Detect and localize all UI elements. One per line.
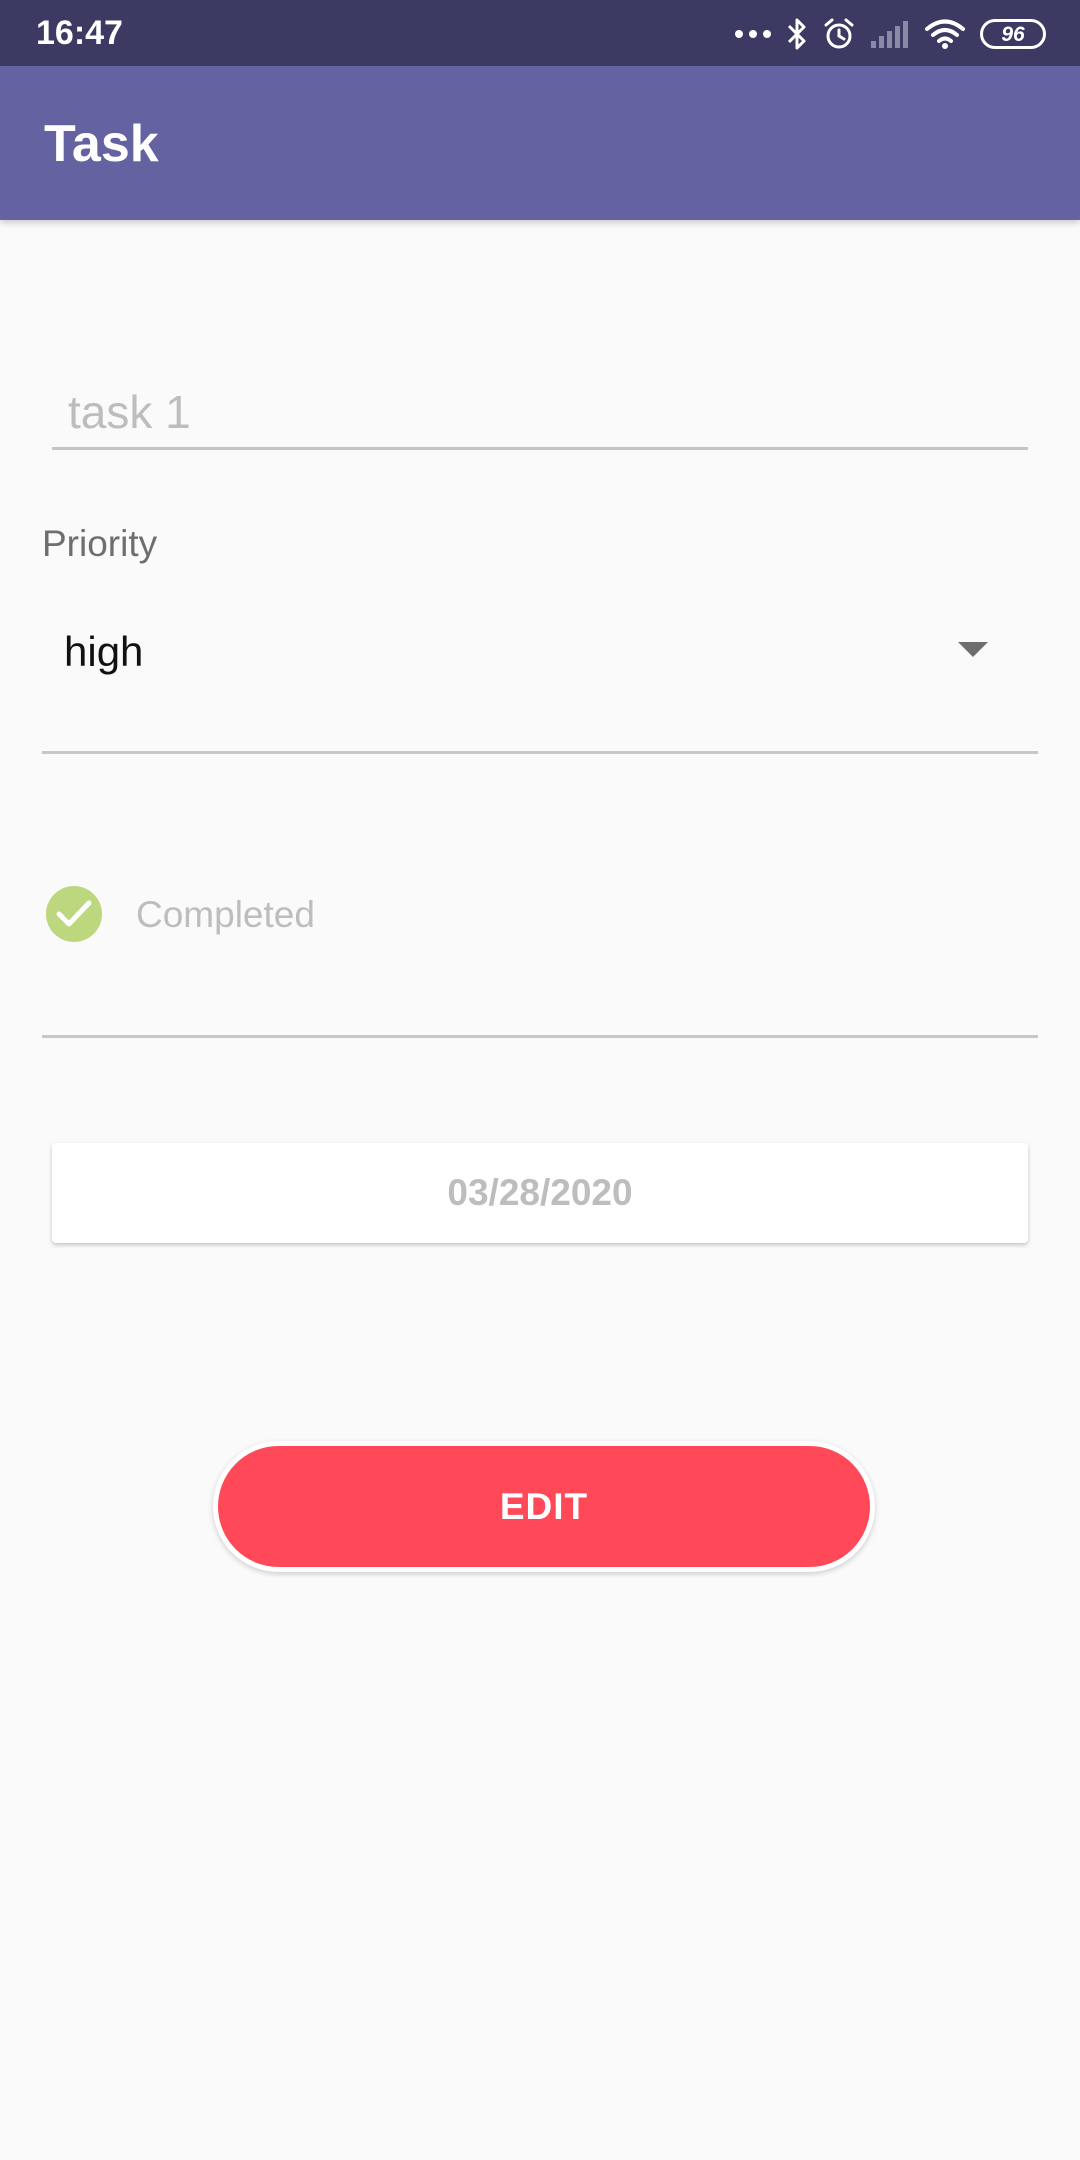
more-dots-icon <box>734 29 772 39</box>
task-name-value: task 1 <box>68 386 191 438</box>
page-title: Task <box>44 115 159 173</box>
edit-button[interactable]: EDIT <box>213 1441 875 1572</box>
battery-icon: 96 <box>980 19 1046 49</box>
priority-dropdown[interactable]: high <box>42 600 1038 754</box>
status-icons: 96 <box>734 12 1046 56</box>
status-time: 16:47 <box>36 14 123 52</box>
completed-label: Completed <box>136 894 315 935</box>
priority-label: Priority <box>42 523 158 564</box>
bluetooth-icon <box>786 17 808 51</box>
alarm-icon <box>822 17 856 51</box>
battery-level: 96 <box>1001 22 1025 46</box>
check-circle-icon[interactable] <box>46 886 102 942</box>
signal-icon <box>870 19 910 49</box>
app-bar: Task <box>0 66 1080 220</box>
priority-selected-value: high <box>64 628 144 675</box>
wifi-icon <box>924 18 966 50</box>
task-name-input[interactable]: task 1 <box>52 380 1028 450</box>
completed-checkbox-row[interactable]: Completed <box>42 860 1038 1038</box>
status-bar: 16:47 96 <box>0 0 1080 66</box>
date-picker-button[interactable]: 03/28/2020 <box>52 1143 1028 1243</box>
dropdown-arrow-icon <box>958 642 988 657</box>
